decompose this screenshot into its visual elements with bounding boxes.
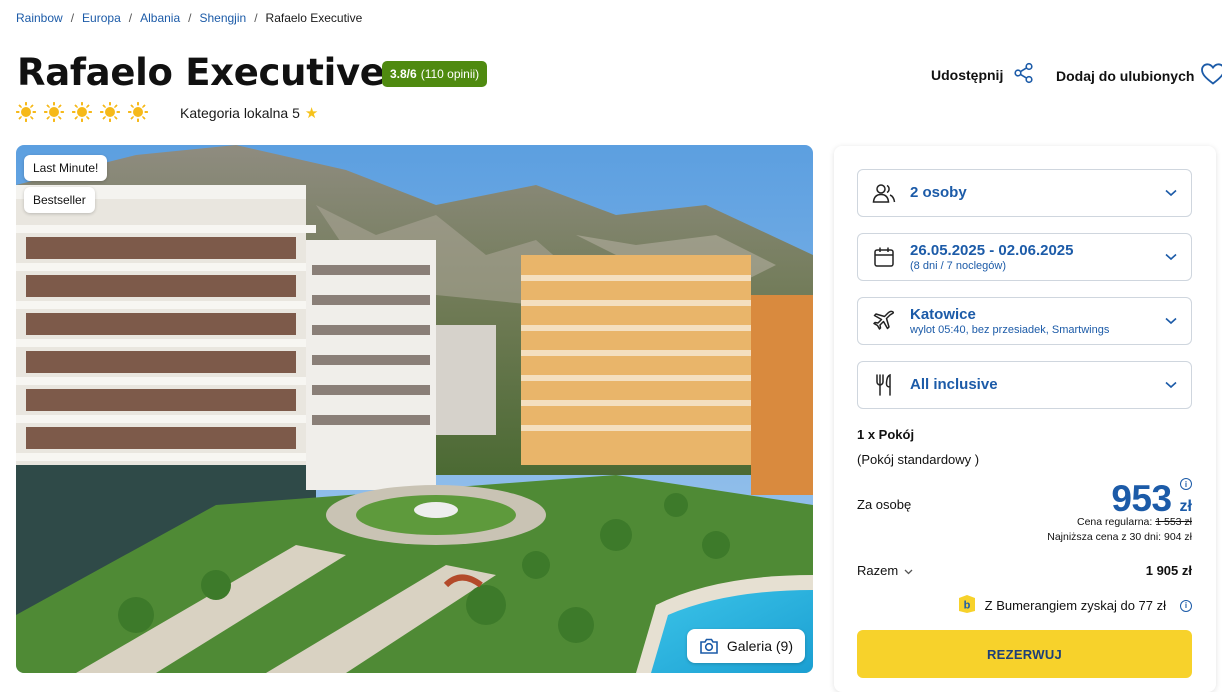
camera-icon bbox=[699, 637, 719, 655]
last-minute-tag: Last Minute! bbox=[24, 155, 108, 181]
share-label: Udostępnij bbox=[931, 66, 1004, 83]
total-value: 1 905 zł bbox=[1145, 563, 1192, 578]
price-currency: zł bbox=[1179, 498, 1192, 515]
breadcrumb-current: Rafaelo Executive bbox=[265, 11, 363, 25]
breadcrumb-albania[interactable]: Albania bbox=[140, 11, 180, 25]
room-title: 1 x Pokój bbox=[857, 427, 915, 442]
favorite-button[interactable]: Dodaj do ulubionych bbox=[1056, 62, 1222, 89]
lowest-price-30-days: Najniższa cena z 30 dni: 904 zł bbox=[1047, 531, 1192, 543]
regular-price-value: 1 553 zł bbox=[1155, 516, 1192, 528]
sun-icon bbox=[72, 102, 92, 122]
star-icon: ★ bbox=[304, 105, 319, 122]
breadcrumb-europa[interactable]: Europa bbox=[82, 11, 121, 25]
regular-price-label: Cena regularna: bbox=[1076, 516, 1153, 528]
price-value: 953 bbox=[1111, 478, 1172, 519]
bumerang-icon: b bbox=[957, 594, 977, 617]
reserve-button[interactable]: REZERWUJ bbox=[857, 630, 1192, 678]
chevron-down-icon bbox=[1151, 317, 1191, 325]
share-button[interactable]: Udostępnij bbox=[931, 62, 1035, 87]
gallery-button[interactable]: Galeria (9) bbox=[686, 629, 805, 663]
chevron-down-icon bbox=[1151, 381, 1191, 389]
plane-icon bbox=[858, 309, 910, 333]
bestseller-tag: Bestseller bbox=[24, 187, 95, 213]
local-category: Kategoria lokalna 5 ★ bbox=[180, 104, 318, 122]
dates-select[interactable]: 26.05.2025 - 02.06.2025 (8 dni / 7 nocle… bbox=[857, 233, 1192, 281]
bumerang-offer: b Z Bumerangiem zyskaj do 77 zł i bbox=[957, 594, 1192, 617]
board-select[interactable]: All inclusive bbox=[857, 361, 1192, 409]
hotel-photo[interactable]: Last Minute! Bestseller Galeria (9) bbox=[16, 145, 813, 673]
chevron-down-icon bbox=[904, 563, 913, 578]
hotel-photo-illustration bbox=[16, 145, 813, 673]
breadcrumb-separator: / bbox=[128, 11, 133, 25]
sun-icon bbox=[128, 102, 148, 122]
breadcrumb-shengjin[interactable]: Shengjin bbox=[199, 11, 246, 25]
svg-text:b: b bbox=[963, 600, 970, 612]
calendar-icon bbox=[858, 246, 910, 268]
breadcrumb-separator: / bbox=[70, 11, 75, 25]
cutlery-icon bbox=[858, 373, 910, 397]
info-icon[interactable]: i bbox=[1180, 599, 1192, 612]
breadcrumb-rainbow[interactable]: Rainbow bbox=[16, 11, 63, 25]
board-value: All inclusive bbox=[910, 376, 998, 393]
chevron-down-icon bbox=[1151, 189, 1191, 197]
breadcrumb-separator: / bbox=[188, 11, 192, 25]
rating-badge[interactable]: 3.8/6 (110 opinii) bbox=[382, 61, 488, 87]
favorite-label: Dodaj do ulubionych bbox=[1056, 67, 1195, 84]
regular-price: Cena regularna: 1 553 zł bbox=[1077, 516, 1192, 528]
booking-panel: 2 osoby 26.05.2025 - 02.06.2025 (8 dni /… bbox=[834, 146, 1216, 692]
persons-icon bbox=[858, 182, 910, 204]
local-category-label: Kategoria lokalna 5 bbox=[180, 105, 300, 121]
rating-reviews: (110 opinii) bbox=[420, 67, 480, 81]
per-person-label: Za osobę bbox=[857, 497, 912, 512]
sun-icon bbox=[100, 102, 120, 122]
rating-score: 3.8/6 bbox=[390, 67, 417, 81]
room-type: (Pokój standardowy ) bbox=[857, 452, 980, 467]
bumerang-label: Z Bumerangiem zyskaj do 77 zł bbox=[984, 598, 1166, 613]
departure-select[interactable]: Katowice wylot 05:40, bez przesiadek, Sm… bbox=[857, 297, 1192, 345]
sun-rating bbox=[16, 102, 148, 122]
persons-value: 2 osoby bbox=[910, 184, 967, 201]
breadcrumb-separator: / bbox=[254, 11, 258, 25]
price-per-person: 953 zł bbox=[1111, 478, 1192, 520]
departure-value: Katowice bbox=[910, 305, 976, 323]
heart-icon bbox=[1200, 62, 1222, 89]
total-label: Razem bbox=[857, 563, 899, 578]
dates-sub: (8 dni / 7 noclegów) bbox=[910, 259, 1006, 272]
sun-icon bbox=[16, 102, 36, 122]
hotel-title: Rafaelo Executive bbox=[17, 51, 385, 94]
breadcrumb: Rainbow / Europa / Albania / Shengjin / … bbox=[16, 11, 362, 25]
departure-sub: wylot 05:40, bez przesiadek, Smartwings bbox=[910, 323, 1110, 336]
share-icon bbox=[1013, 62, 1035, 87]
dates-value: 26.05.2025 - 02.06.2025 bbox=[910, 241, 1074, 259]
persons-select[interactable]: 2 osoby bbox=[857, 169, 1192, 217]
total-toggle[interactable]: Razem bbox=[857, 563, 913, 578]
chevron-down-icon bbox=[1151, 253, 1191, 261]
gallery-label: Galeria (9) bbox=[726, 638, 793, 654]
sun-icon bbox=[44, 102, 64, 122]
